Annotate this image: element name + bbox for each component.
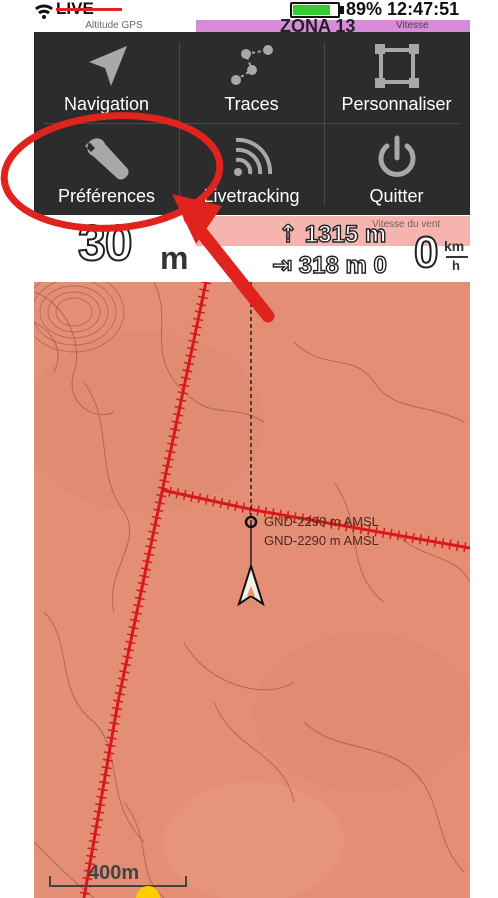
altitude-label: Altitude GPS [85,20,143,31]
location-dot [136,886,160,898]
status-bar: LIVE 89% 12:47:51 [0,0,498,20]
pilot-position-icon [237,562,265,607]
airspace-label: GND-2290 m AMSL [264,514,379,529]
menu-item-quit[interactable]: Quitter [324,124,469,214]
menu-item-customize[interactable]: Personnaliser [324,32,469,122]
menu-item-label: Navigation [63,94,150,114]
menu-item-label: Personnaliser [341,94,452,114]
power-icon [378,135,415,177]
main-menu: Navigation Traces Personnaliser Préféren… [34,32,470,215]
status-right: 89% 12:47:51 [346,0,459,20]
customize-icon [374,44,419,88]
altitude-value: 30 [77,214,134,272]
map-canvas [34,282,470,898]
clock: 12:47:51 [387,0,460,19]
traces-icon [230,45,273,85]
vario-up: ⇡ 1315 m [277,220,387,248]
menu-item-livetracking[interactable]: Livetracking [179,124,324,214]
livetracking-icon [233,137,272,176]
navigation-arrow-icon [88,46,127,86]
vario-distance-value: 318 m 0 [298,251,387,279]
altitude-unit: m [160,240,189,276]
wifi-icon [35,4,53,19]
menu-item-label: Quitter [369,186,424,206]
airspace-label: GND-2290 m AMSL [264,533,379,548]
vario-distance: ⇥ 318 m 0 [271,251,387,279]
battery-tip [340,6,344,14]
wind-value: 0 [413,227,440,278]
scale-label: 400m [88,862,140,884]
wind-unit-bottom: h [452,258,460,273]
menu-item-preferences[interactable]: Préférences [34,124,179,214]
map-view[interactable]: GND-2290 m AMSL GND-2290 m AMSL 400m [34,282,470,898]
wind-unit-top: km [444,238,465,254]
wrench-icon [84,138,128,180]
speed-label: Vitesse [396,20,429,31]
menu-item-label: Préférences [57,186,156,206]
menu-item-traces[interactable]: Traces [179,32,324,122]
menu-item-navigation[interactable]: Navigation [34,32,179,122]
menu-item-label: Traces [224,94,279,114]
menu-item-label: Livetracking [203,186,300,206]
battery-fill [293,5,330,15]
live-strike [56,8,122,11]
vario-up-value: 1315 m [304,220,387,248]
